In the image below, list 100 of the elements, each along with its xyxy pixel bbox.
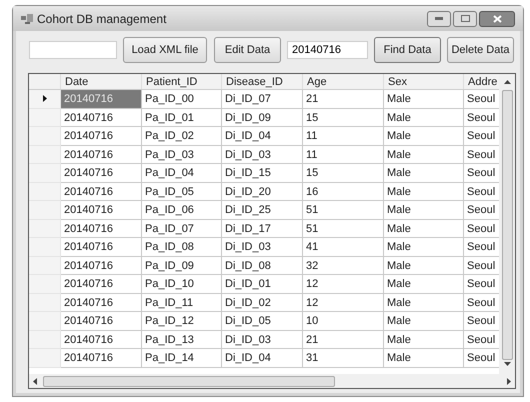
table-cell[interactable]: Di_ID_15 [222,164,303,182]
vertical-scrollbar[interactable] [499,74,515,374]
table-cell[interactable]: 20140716 [61,294,142,312]
table-cell[interactable]: Di_ID_04 [222,127,303,146]
table-cell[interactable]: 16 [303,182,384,201]
table-cell[interactable]: Di_ID_03 [222,238,303,256]
table-cell[interactable]: 20140716 [61,312,142,330]
table-cell[interactable]: 41 [303,238,384,256]
table-cell[interactable]: Seoul [464,294,499,312]
column-header[interactable]: Patient_ID [146,76,198,88]
table-cell[interactable]: Di_ID_25 [222,201,303,220]
table-cell[interactable]: 12 [303,275,384,294]
table-cell[interactable]: Pa_ID_07 [142,220,222,238]
table-cell[interactable]: Male [384,127,464,146]
table-cell[interactable]: 20140716 [61,349,142,368]
table-cell[interactable]: Di_ID_07 [222,90,303,108]
table-cell[interactable]: Pa_ID_03 [142,146,222,164]
table-cell[interactable]: Di_ID_17 [222,220,303,238]
table-cell[interactable]: Pa_ID_13 [142,330,222,349]
load-xml-button[interactable]: Load XML file [123,37,207,63]
table-cell[interactable]: Pa_ID_09 [142,256,222,275]
table-cell[interactable]: Pa_ID_08 [142,238,222,256]
table-cell[interactable]: Di_ID_05 [222,312,303,330]
table-cell[interactable]: Di_ID_08 [222,256,303,275]
scrollbar-thumb[interactable] [43,376,335,386]
table-cell[interactable]: Pa_ID_06 [142,201,222,220]
table-cell[interactable]: 11 [303,127,384,146]
table-cell[interactable]: 15 [303,164,384,182]
table-cell[interactable]: Male [384,90,464,108]
table-cell[interactable]: Seoul [464,108,499,127]
table-cell[interactable]: 20140716 [61,146,142,164]
table-cell[interactable]: Seoul [464,330,499,349]
table-cell[interactable]: Di_ID_03 [222,146,303,164]
minimize-button[interactable] [427,10,451,26]
column-header[interactable]: Addre [468,76,498,88]
table-cell[interactable]: 20140716 [61,164,142,182]
table-cell[interactable]: 11 [303,146,384,164]
table-cell[interactable]: 51 [303,201,384,220]
horizontal-scrollbar[interactable] [29,374,515,388]
table-cell[interactable]: 20140716 [61,275,142,294]
table-cell[interactable]: 12 [303,294,384,312]
table-cell[interactable]: Pa_ID_05 [142,182,222,201]
table-cell[interactable]: 20140716 [61,256,142,275]
table-cell[interactable]: Di_ID_09 [222,108,303,127]
scrollbar-thumb[interactable] [502,90,512,360]
table-cell[interactable]: 20140716 [61,182,142,201]
column-header[interactable]: Sex [388,76,407,88]
table-cell[interactable]: Male [384,201,464,220]
table-cell[interactable]: Pa_ID_14 [142,349,222,368]
table-cell[interactable]: Seoul [464,146,499,164]
table-cell[interactable]: 20140716 [61,108,142,127]
date-field[interactable]: 20140716 [287,41,368,59]
table-cell[interactable]: Pa_ID_12 [142,312,222,330]
table-cell[interactable]: Male [384,146,464,164]
table-cell[interactable]: Male [384,220,464,238]
table-cell[interactable]: Di_ID_01 [222,275,303,294]
table-cell[interactable]: 15 [303,108,384,127]
delete-data-button[interactable]: Delete Data [447,37,514,63]
column-header[interactable]: Disease_ID [226,76,283,88]
table-cell[interactable]: Male [384,330,464,349]
table-cell[interactable]: Pa_ID_02 [142,127,222,146]
table-cell[interactable]: Di_ID_20 [222,182,303,201]
edit-data-button[interactable]: Edit Data [214,37,281,63]
table-cell[interactable]: 31 [303,349,384,368]
table-cell[interactable]: Seoul [464,256,499,275]
table-cell[interactable]: Male [384,238,464,256]
table-cell[interactable]: 32 [303,256,384,275]
table-cell[interactable]: 21 [303,330,384,349]
row-header[interactable] [29,90,61,108]
find-data-button[interactable]: Find Data [374,37,441,63]
table-cell[interactable]: Pa_ID_04 [142,164,222,182]
table-cell[interactable]: 20140716 [61,238,142,256]
table-cell[interactable]: Di_ID_03 [222,330,303,349]
table-cell[interactable]: 20140716 [61,127,142,146]
table-cell[interactable]: 20140716 [61,330,142,349]
search-field[interactable] [29,41,117,59]
table-cell[interactable]: Di_ID_02 [222,294,303,312]
close-button[interactable] [479,10,515,26]
table-cell[interactable]: Male [384,294,464,312]
column-header[interactable]: Date [65,76,88,88]
table-cell[interactable]: 20140716 [61,201,142,220]
table-cell[interactable]: Pa_ID_01 [142,108,222,127]
maximize-button[interactable] [453,10,477,26]
column-header[interactable]: Age [307,76,327,88]
table-cell[interactable]: Di_ID_04 [222,349,303,368]
table-cell[interactable]: Male [384,164,464,182]
table-cell[interactable]: 51 [303,220,384,238]
table-cell[interactable]: Male [384,108,464,127]
table-cell[interactable]: Male [384,349,464,368]
table-cell[interactable]: Male [384,256,464,275]
table-cell[interactable]: Seoul [464,220,499,238]
table-cell[interactable]: Pa_ID_11 [142,294,222,312]
table-cell[interactable]: 21 [303,90,384,108]
table-cell[interactable]: Pa_ID_10 [142,275,222,294]
table-cell[interactable]: Male [384,182,464,201]
table-cell[interactable]: 20140716 [61,220,142,238]
table-cell[interactable]: Male [384,312,464,330]
table-cell[interactable]: 10 [303,312,384,330]
table-cell[interactable]: Male [384,275,464,294]
table-cell[interactable]: Seoul [464,182,499,201]
